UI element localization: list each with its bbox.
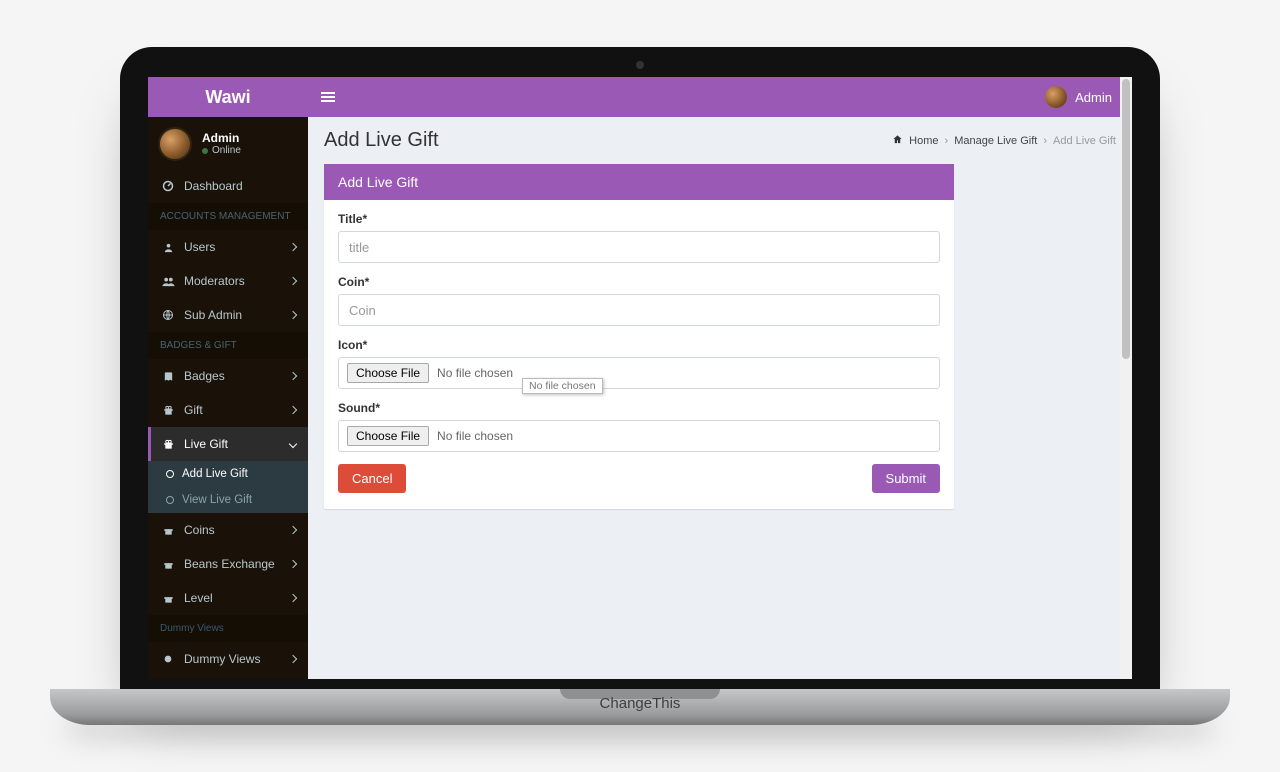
gift-icon xyxy=(160,439,176,450)
nav-section-accounts: ACCOUNTS MANAGEMENT xyxy=(148,203,308,230)
gift-icon xyxy=(160,593,176,604)
form-actions: Cancel Submit xyxy=(338,464,940,493)
scrollbar-thumb[interactable] xyxy=(1122,79,1130,359)
nav-dashboard[interactable]: Dashboard xyxy=(148,169,308,203)
nav-users[interactable]: Users xyxy=(148,230,308,264)
content: Add Live Gift Home › Manage Live Gift › … xyxy=(308,117,1132,679)
chevron-left-icon xyxy=(289,372,297,380)
nav-badges[interactable]: Badges xyxy=(148,359,308,393)
dashboard-icon xyxy=(160,180,176,192)
app-viewport: Wawi Admin xyxy=(148,77,1132,679)
sidebar-user-name: Admin xyxy=(202,131,241,145)
sidebar-nav: Dashboard ACCOUNTS MANAGEMENT Users xyxy=(148,169,308,676)
field-sound: Sound* Choose File No file chosen xyxy=(338,401,940,452)
nav-section-dummy: Dummy Views xyxy=(148,615,308,642)
chevron-left-icon xyxy=(289,526,297,534)
sound-file-input[interactable]: Choose File No file chosen xyxy=(338,420,940,452)
chevron-down-icon xyxy=(289,440,297,448)
panel-body: Title* Coin* Icon* xyxy=(324,200,954,509)
breadcrumb: Home › Manage Live Gift › Add Live Gift xyxy=(892,134,1116,148)
crumb-home[interactable]: Home xyxy=(909,135,938,147)
gift-icon xyxy=(160,559,176,570)
laptop-frame: Wawi Admin xyxy=(120,47,1160,725)
laptop-screen: Wawi Admin xyxy=(120,47,1160,689)
sound-label: Sound* xyxy=(338,401,940,415)
nav-moderators[interactable]: Moderators xyxy=(148,264,308,298)
chevron-right-icon: › xyxy=(1043,135,1047,147)
sidebar: Admin Online xyxy=(148,117,308,679)
laptop-base-label: ChangeThis xyxy=(600,695,681,712)
chevron-left-icon xyxy=(289,243,297,251)
chevron-left-icon xyxy=(289,277,297,285)
crumb-parent[interactable]: Manage Live Gift xyxy=(954,135,1037,147)
chevron-left-icon xyxy=(289,311,297,319)
content-header: Add Live Gift Home › Manage Live Gift › … xyxy=(324,129,1116,152)
globe-icon xyxy=(160,309,176,321)
user-status: Online xyxy=(202,145,241,157)
circle-icon xyxy=(160,654,176,664)
nav-section-badges: BADGES & GIFT xyxy=(148,332,308,359)
chevron-left-icon xyxy=(289,560,297,568)
camera-dot xyxy=(636,61,644,69)
laptop-base: ChangeThis xyxy=(50,689,1230,725)
field-coin: Coin* xyxy=(338,275,940,326)
title-label: Title* xyxy=(338,212,940,226)
chevron-left-icon xyxy=(289,655,297,663)
nav-dummy-views[interactable]: Dummy Views xyxy=(148,642,308,676)
chevron-left-icon xyxy=(289,406,297,414)
subnav-add-live-gift[interactable]: Add Live Gift xyxy=(148,461,308,487)
icon-file-input[interactable]: Choose File No file chosen xyxy=(338,357,940,389)
book-icon xyxy=(160,371,176,382)
page-title: Add Live Gift xyxy=(324,129,439,152)
sidebar-user-panel: Admin Online xyxy=(148,117,308,169)
chevron-left-icon xyxy=(289,594,297,602)
title-input[interactable] xyxy=(338,231,940,263)
file-status: No file chosen xyxy=(437,429,513,443)
topbar-user-name: Admin xyxy=(1075,90,1112,105)
circle-icon xyxy=(166,496,174,504)
sidebar-toggle[interactable] xyxy=(308,96,348,98)
coin-input[interactable] xyxy=(338,294,940,326)
gift-icon xyxy=(160,405,176,416)
scrollbar[interactable] xyxy=(1120,77,1132,679)
user-icon xyxy=(160,242,176,253)
hamburger-icon xyxy=(321,96,335,98)
icon-label: Icon* xyxy=(338,338,940,352)
subnav-live-gift: Add Live Gift View Live Gift xyxy=(148,461,308,513)
file-status: No file chosen xyxy=(437,366,513,380)
panel-title: Add Live Gift xyxy=(324,164,954,200)
nav-sub-admin[interactable]: Sub Admin xyxy=(148,298,308,332)
circle-icon xyxy=(166,470,174,478)
nav-coins[interactable]: Coins xyxy=(148,513,308,547)
app-body: Admin Online xyxy=(148,117,1132,679)
gift-icon xyxy=(160,525,176,536)
users-icon xyxy=(160,276,176,287)
nav-gift[interactable]: Gift xyxy=(148,393,308,427)
field-title: Title* xyxy=(338,212,940,263)
submit-button[interactable]: Submit xyxy=(872,464,940,493)
app-root: Wawi Admin xyxy=(148,77,1132,679)
nav-beans-exchange[interactable]: Beans Exchange xyxy=(148,547,308,581)
home-icon xyxy=(892,134,903,148)
user-menu[interactable]: Admin xyxy=(1045,86,1132,108)
choose-file-button[interactable]: Choose File xyxy=(347,426,429,446)
crumb-current: Add Live Gift xyxy=(1053,135,1116,147)
nav-level[interactable]: Level xyxy=(148,581,308,615)
form-panel: Add Live Gift Title* Coin* xyxy=(324,164,954,509)
coin-label: Coin* xyxy=(338,275,940,289)
topbar: Wawi Admin xyxy=(148,77,1132,117)
subnav-view-live-gift[interactable]: View Live Gift xyxy=(148,487,308,513)
chevron-right-icon: › xyxy=(945,135,949,147)
status-dot-icon xyxy=(202,148,208,154)
brand[interactable]: Wawi xyxy=(148,87,308,108)
avatar xyxy=(1045,86,1067,108)
avatar xyxy=(158,127,192,161)
cancel-button[interactable]: Cancel xyxy=(338,464,406,493)
field-icon: Icon* Choose File No file chosen xyxy=(338,338,940,389)
choose-file-button[interactable]: Choose File xyxy=(347,363,429,383)
nav-live-gift[interactable]: Live Gift xyxy=(148,427,308,461)
